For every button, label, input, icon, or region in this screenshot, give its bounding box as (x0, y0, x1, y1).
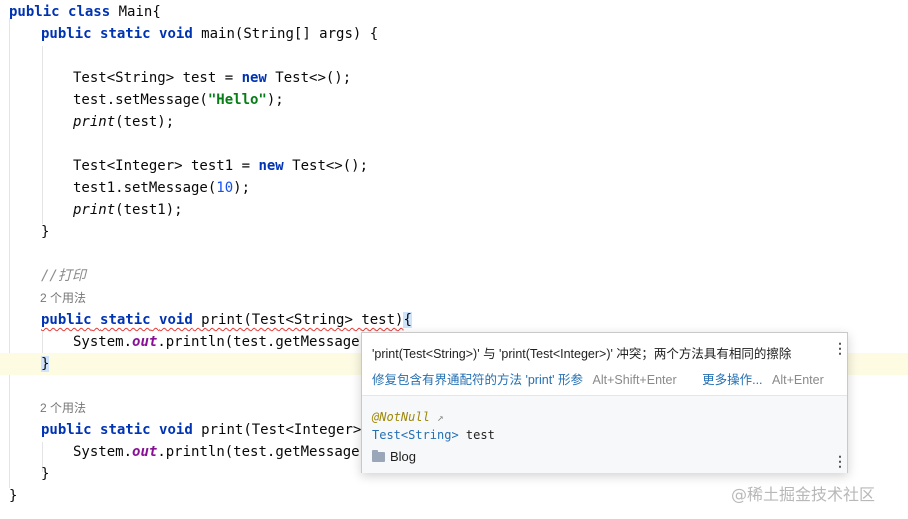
code-line[interactable]: public class Main{ (0, 1, 908, 23)
code-token: new (258, 158, 284, 174)
more-actions-link[interactable]: 更多操作... (702, 373, 762, 387)
code-token: System. (73, 334, 133, 350)
code-line[interactable]: Test<String> test = new Test<>(); (0, 67, 908, 89)
code-token: main(String[] args) { (192, 26, 379, 42)
code-line[interactable]: print(test); (0, 111, 908, 133)
module-folder-icon (372, 450, 385, 462)
usages-hint[interactable]: 2 个用法 (40, 287, 86, 309)
code-token: static (100, 26, 151, 42)
code-token: public (9, 4, 60, 20)
code-token: Test<>(); (283, 158, 369, 174)
error-method-signature[interactable]: public static void print(Test<String> te… (41, 312, 403, 328)
code-token: } (41, 466, 50, 482)
code-token: test1.setMessage( (73, 180, 217, 196)
code-line[interactable]: Test<Integer> test1 = new Test<>(); (0, 155, 908, 177)
code-token: out (132, 444, 158, 460)
external-link-icon[interactable]: ↗ (437, 411, 444, 424)
code-token: public (41, 422, 92, 438)
module-name: Blog (390, 449, 417, 464)
watermark: @稀土掘金技术社区 (731, 485, 876, 504)
code-token: ); (233, 180, 251, 196)
matched-brace: { (403, 312, 412, 328)
code-token: Test<>(); (266, 70, 352, 86)
module-label: Blog (372, 449, 416, 464)
code-token: .println(test.getMessage() (157, 444, 377, 460)
code-token: out (132, 334, 158, 350)
code-token: "Hello" (207, 92, 267, 108)
code-token: .println(test.getMessage() (157, 334, 377, 350)
code-token: Test<Integer> test1 = (73, 158, 259, 174)
code-line[interactable]: } (0, 221, 908, 243)
error-message: 'print(Test<String>)' 与 'print(Test<Inte… (372, 347, 792, 361)
matched-brace: } (41, 356, 50, 372)
panel-options-icon[interactable]: ⋮ (833, 454, 847, 468)
annotation-label[interactable]: @NotNull (372, 410, 430, 424)
error-tooltip-popup[interactable]: 'print(Test<String>)' 与 'print(Test<Inte… (361, 332, 848, 473)
code-line[interactable]: print(test1); (0, 199, 908, 221)
code-line[interactable]: public static void main(String[] args) { (0, 23, 908, 45)
code-token: public (41, 26, 92, 42)
annotation-line: @NotNull ↗ (372, 410, 444, 424)
code-token: static (100, 422, 151, 438)
code-token: System. (73, 444, 133, 460)
parameter-signature: Test<String> test (372, 428, 495, 442)
fix-shortcut: Alt+Shift+Enter (592, 373, 677, 387)
code-token: ); (266, 92, 284, 108)
usages-hint[interactable]: 2 个用法 (40, 397, 86, 419)
documentation-panel: @NotNull ↗ Test<String> test Blog ⋮ (362, 395, 847, 473)
code-token: print(Test<Integer> t (192, 422, 379, 438)
fix-wildcard-link[interactable]: 修复包含有界通配符的方法 'print' 形参 (372, 373, 583, 387)
code-token: (test1); (115, 202, 183, 218)
code-token: void (159, 26, 193, 42)
code-comment: //打印 (41, 268, 86, 284)
code-token: print (73, 114, 116, 130)
param-name: test (458, 428, 495, 442)
code-token: void (159, 422, 193, 438)
type-link[interactable]: Test (372, 428, 401, 442)
code-token: } (9, 488, 18, 504)
code-token: class (68, 4, 111, 20)
code-token: 10 (216, 180, 234, 196)
quick-fix-actions: 修复包含有界通配符的方法 'print' 形参 Alt+Shift+Enter … (372, 369, 824, 388)
code-token: (test); (115, 114, 175, 130)
code-token: Test<String> test = (73, 70, 242, 86)
type-generic[interactable]: <String> (401, 428, 459, 442)
code-line[interactable]: test1.setMessage(10); (0, 177, 908, 199)
more-actions-shortcut: Alt+Enter (772, 373, 824, 387)
code-line[interactable]: public static void print(Test<String> te… (0, 309, 908, 331)
code-line[interactable]: test.setMessage("Hello"); (0, 89, 908, 111)
code-token: } (41, 224, 50, 240)
code-token: test.setMessage( (73, 92, 208, 108)
code-line[interactable]: //打印 (0, 265, 908, 287)
more-options-icon[interactable]: ⋮ (833, 341, 847, 355)
code-token: print (73, 202, 116, 218)
code-token: Main{ (110, 4, 161, 20)
code-token: new (241, 70, 267, 86)
